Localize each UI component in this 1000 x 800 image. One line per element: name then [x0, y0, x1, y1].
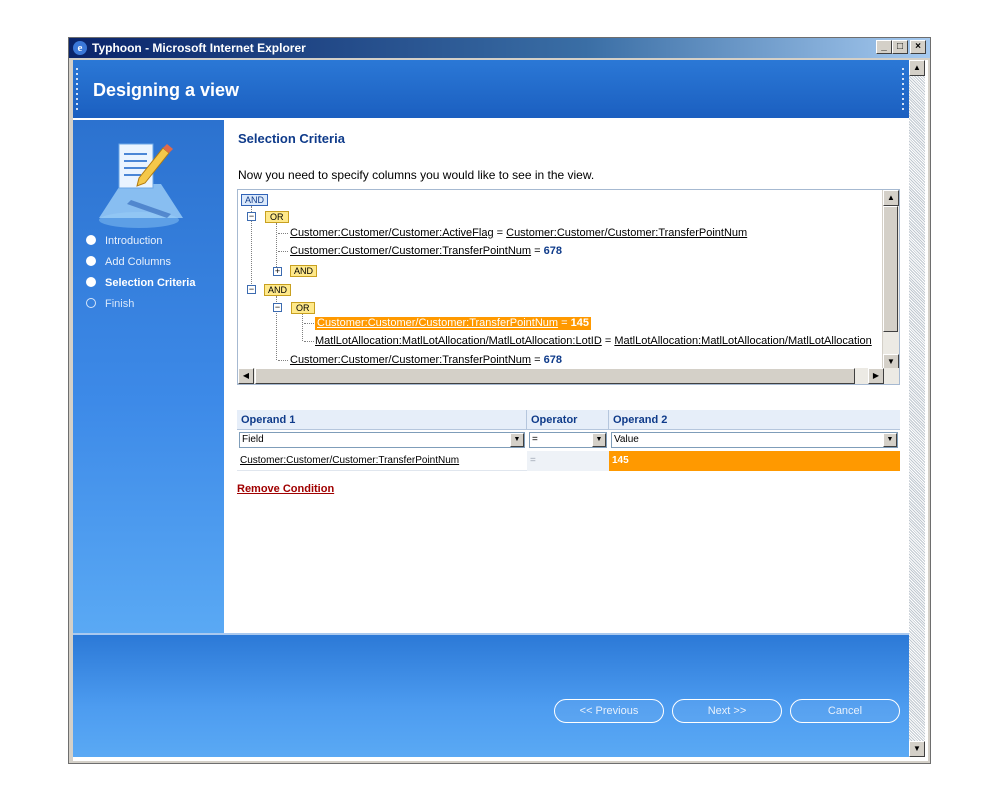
scroll-thumb[interactable] — [255, 368, 855, 384]
collapse-icon[interactable]: − — [247, 212, 256, 221]
minimize-button[interactable]: _ — [876, 40, 892, 54]
tree-condition-4[interactable]: MatlLotAllocation:MatlLotAllocation/Matl… — [315, 335, 872, 348]
scroll-thumb[interactable] — [883, 206, 898, 332]
section-title: Selection Criteria — [238, 131, 345, 146]
tree-connector — [278, 233, 288, 234]
wizard-header: Designing a view — [73, 60, 909, 118]
tree-connector — [304, 341, 314, 342]
collapse-icon[interactable]: − — [247, 285, 256, 294]
and-group-tag[interactable]: AND — [290, 265, 318, 277]
tree-connector — [278, 360, 288, 361]
tree-condition-1[interactable]: Customer:Customer/Customer:ActiveFlag = … — [290, 227, 747, 240]
or-group-tag[interactable]: OR — [265, 211, 289, 223]
tree-vertical-scrollbar[interactable]: ▲ ▼ — [882, 190, 899, 370]
wizard-logo-icon — [99, 143, 183, 228]
tree-condition-5[interactable]: Customer:Customer/Customer:TransferPoint… — [290, 354, 562, 367]
tree-condition-selected[interactable]: Customer:Customer/Customer:TransferPoint… — [315, 317, 591, 330]
criteria-tree[interactable]: AND − OR Customer:Customer/Customer:Acti… — [237, 189, 900, 385]
collapse-icon[interactable]: − — [273, 303, 282, 312]
and-group-tag[interactable]: AND — [264, 284, 292, 296]
window-title: Typhoon - Microsoft Internet Explorer — [92, 41, 306, 55]
step-bullet-icon — [86, 277, 96, 287]
scroll-down-icon[interactable]: ▼ — [909, 741, 925, 757]
dropdown-arrow-icon[interactable]: ▼ — [883, 433, 897, 447]
tree-connector — [278, 251, 288, 252]
scroll-left-icon[interactable]: ◀ — [238, 368, 254, 384]
step-add-columns[interactable]: Add Columns — [86, 255, 195, 276]
operator-value[interactable]: = — [527, 451, 609, 471]
close-button[interactable]: × — [910, 40, 926, 54]
previous-button[interactable]: << Previous — [554, 699, 664, 723]
operand1-type-select[interactable]: Field ▼ — [239, 432, 525, 448]
wizard-steps: Introduction Add Columns Selection Crite… — [86, 234, 195, 318]
window-vertical-scrollbar[interactable]: ▲ ▼ — [909, 60, 925, 757]
column-header-operand2: Operand 2 — [609, 410, 900, 430]
tree-horizontal-scrollbar[interactable]: ◀ ▶ — [238, 368, 899, 384]
or-group-tag[interactable]: OR — [291, 302, 315, 314]
column-header-operand1: Operand 1 — [237, 410, 527, 430]
cancel-button[interactable]: Cancel — [790, 699, 900, 723]
wizard-footer: << Previous Next >> Cancel — [73, 633, 909, 757]
tree-condition-2[interactable]: Customer:Customer/Customer:TransferPoint… — [290, 245, 562, 258]
step-bullet-icon — [86, 235, 96, 245]
main-panel: Selection Criteria Now you need to speci… — [224, 120, 909, 633]
header-dots-left — [76, 68, 78, 112]
ie-logo-icon: e — [73, 41, 87, 55]
next-button[interactable]: Next >> — [672, 699, 782, 723]
operator-select[interactable]: = ▼ — [529, 432, 607, 448]
scroll-corner — [884, 368, 899, 384]
root-and-tag[interactable]: AND — [241, 194, 269, 206]
scroll-up-icon[interactable]: ▲ — [909, 60, 925, 76]
step-selection-criteria[interactable]: Selection Criteria — [86, 276, 195, 297]
tree-connector — [276, 223, 277, 269]
scroll-right-icon[interactable]: ▶ — [868, 368, 884, 384]
header-dots-right — [902, 68, 904, 112]
page-content: Designing a view Introduction Add Column… — [73, 60, 928, 761]
wizard-sidebar: Introduction Add Columns Selection Crite… — [73, 120, 224, 633]
browser-window: e Typhoon - Microsoft Internet Explorer … — [68, 37, 931, 764]
instructions-text: Now you need to specify columns you woul… — [238, 168, 595, 182]
step-bullet-icon — [86, 256, 96, 266]
dropdown-arrow-icon[interactable]: ▼ — [510, 433, 524, 447]
step-bullet-empty-icon — [86, 298, 96, 308]
maximize-button[interactable]: □ — [892, 40, 908, 54]
operand1-field-value[interactable]: Customer:Customer/Customer:TransferPoint… — [237, 451, 527, 471]
page-title: Designing a view — [93, 80, 240, 100]
step-finish[interactable]: Finish — [86, 297, 195, 318]
remove-condition-link[interactable]: Remove Condition — [237, 483, 334, 495]
expand-icon[interactable]: + — [273, 267, 282, 276]
scroll-up-icon[interactable]: ▲ — [883, 190, 899, 206]
step-introduction[interactable]: Introduction — [86, 234, 195, 255]
column-header-operator: Operator — [527, 410, 609, 430]
tree-connector — [302, 314, 303, 341]
tree-connector — [304, 323, 314, 324]
operand2-type-select[interactable]: Value ▼ — [611, 432, 898, 448]
title-bar: e Typhoon - Microsoft Internet Explorer … — [69, 38, 930, 58]
operand2-value-input[interactable]: 145 — [609, 451, 900, 471]
dropdown-arrow-icon[interactable]: ▼ — [592, 433, 606, 447]
